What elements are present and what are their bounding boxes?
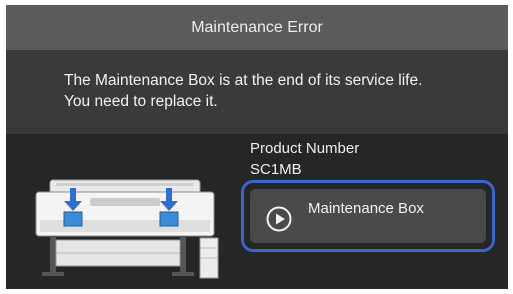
maintenance-box-button-face[interactable]: Maintenance Box	[250, 189, 486, 243]
product-number-label: Product Number	[250, 140, 360, 157]
maintenance-box-label: Maintenance Box	[308, 200, 424, 217]
play-circle-icon	[266, 206, 292, 232]
message-line-1: The Maintenance Box is at the end of its…	[64, 72, 423, 89]
maintenance-error-screen: Maintenance Error The Maintenance Box is…	[6, 5, 508, 289]
lower-panel: Product Number SC1MB Maintenance Box	[6, 134, 508, 289]
product-number-value: SC1MB	[250, 161, 302, 178]
message-panel: The Maintenance Box is at the end of its…	[6, 50, 508, 134]
message-line-2: You need to replace it.	[64, 93, 218, 110]
maintenance-box-button[interactable]: Maintenance Box	[241, 180, 495, 252]
dialog-title: Maintenance Error	[6, 5, 508, 50]
printer-illustration	[35, 179, 219, 279]
